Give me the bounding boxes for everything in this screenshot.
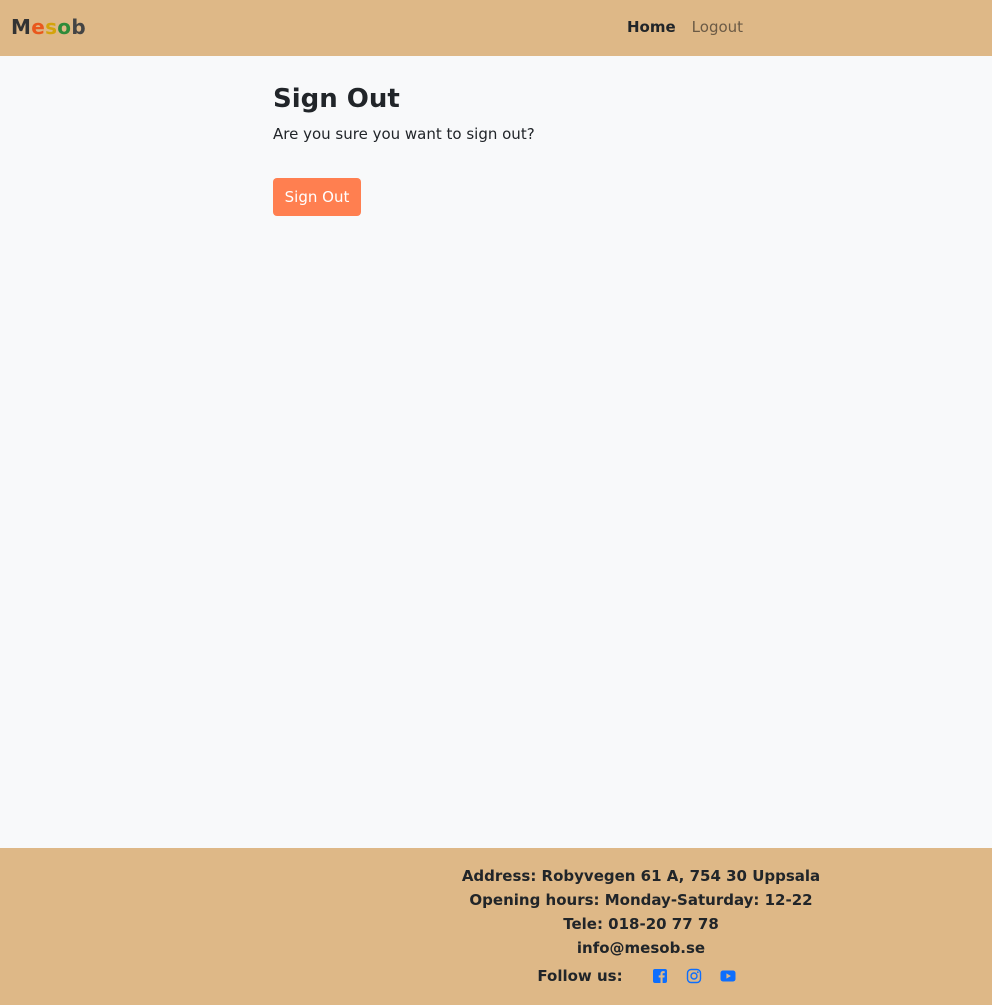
footer-address: Address: Robyvegen 61 A, 754 30 Uppsala: [461, 867, 821, 885]
brand-letter-b: b: [71, 15, 86, 39]
footer-email: info@mesob.se: [576, 939, 706, 957]
sign-out-button[interactable]: Sign Out: [273, 178, 361, 216]
footer-hours: Opening hours: Monday-Saturday: 12-22: [469, 891, 813, 909]
page-title: Sign Out: [273, 84, 400, 114]
navbar: Mesob Home Logout: [0, 0, 992, 56]
follow-row: Follow us:: [440, 964, 842, 988]
youtube-icon[interactable]: [720, 968, 736, 984]
brand-letter-s: s: [45, 15, 58, 39]
nav-logout-link[interactable]: Logout: [692, 17, 743, 37]
brand-logo[interactable]: Mesob: [11, 13, 86, 41]
footer-content: Address: Robyvegen 61 A, 754 30 Uppsala …: [440, 864, 842, 988]
nav-links: Home Logout: [627, 17, 743, 37]
footer-tele: Tele: 018-20 77 78: [563, 915, 719, 933]
instagram-icon[interactable]: [686, 968, 702, 984]
nav-home-link[interactable]: Home: [627, 17, 676, 37]
signout-prompt: Are you sure you want to sign out?: [273, 125, 535, 143]
brand-letter-m: M: [11, 15, 32, 39]
brand-letter-e: e: [31, 15, 46, 39]
footer: Address: Robyvegen 61 A, 754 30 Uppsala …: [0, 848, 992, 1005]
brand-letter-o: o: [57, 15, 72, 39]
follow-label: Follow us:: [537, 967, 623, 985]
main-content: Sign Out Are you sure you want to sign o…: [273, 82, 723, 216]
facebook-icon[interactable]: [652, 968, 668, 984]
